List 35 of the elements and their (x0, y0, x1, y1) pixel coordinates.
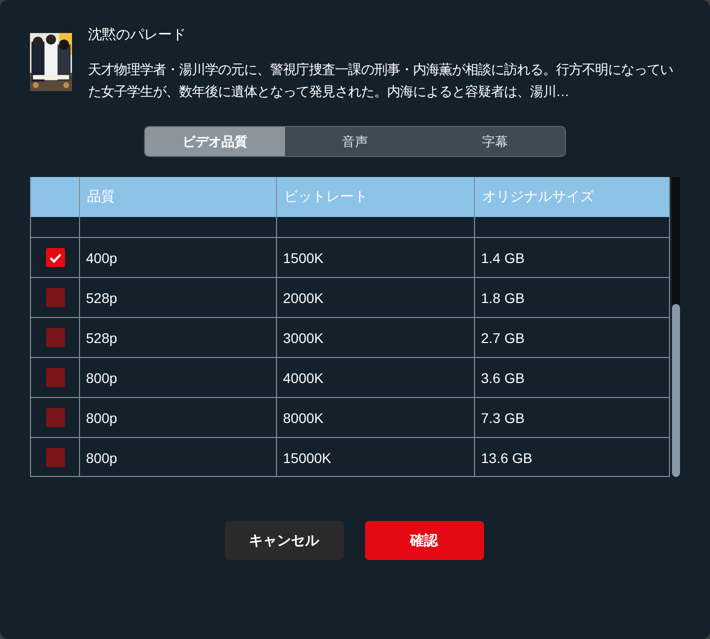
cancel-button[interactable]: キャンセル (224, 521, 344, 560)
column-header: 品質 (79, 177, 276, 217)
movie-description: 天才物理学者・湯川学の元に、警視庁捜査一課の刑事・内海薫が相談に訪れる。行方不明になっていた女子学生が、数年後に遺体となって発見された。内海によると容疑者は、湯川… (88, 61, 674, 101)
checkbox[interactable] (46, 288, 64, 307)
table-cell: 1500K (276, 238, 474, 277)
table-cell: 400p (79, 238, 276, 277)
table-cell: 528p (79, 318, 276, 357)
table-cell: 528p (79, 278, 276, 317)
table-cell: 15000K (276, 438, 474, 476)
movie-title: 沈黙のパレード (88, 25, 187, 44)
checkbox[interactable] (46, 368, 64, 387)
table-cell: 8000K (276, 398, 474, 437)
checkbox[interactable] (46, 448, 64, 467)
table-cell: 3000K (276, 318, 474, 357)
scrollbar-thumb[interactable] (672, 304, 680, 477)
table-cell: 4000K (276, 358, 474, 397)
column-header: ビットレート (276, 177, 474, 217)
table-cell: 2.7 GB (474, 318, 669, 357)
column-header: オリジナルサイズ (474, 177, 669, 217)
table-cell: 13.6 GB (474, 438, 669, 476)
table-cell: 7.3 GB (474, 398, 669, 437)
checkbox[interactable] (46, 328, 64, 347)
checkbox[interactable] (46, 408, 64, 427)
confirm-button[interactable]: 確認 (364, 521, 484, 560)
table-cell: 800p (79, 438, 276, 476)
table-cell: 800p (79, 358, 276, 397)
table-cell: 1.4 GB (474, 238, 669, 277)
table-cell: 2000K (276, 278, 474, 317)
tab[interactable]: 音声 (285, 127, 425, 156)
tab[interactable]: 字幕 (425, 127, 565, 156)
checkbox[interactable] (46, 248, 64, 267)
check-icon (48, 252, 62, 262)
table-cell: 3.6 GB (474, 358, 669, 397)
table-cell: 800p (79, 398, 276, 437)
table-cell: 1.8 GB (474, 278, 669, 317)
